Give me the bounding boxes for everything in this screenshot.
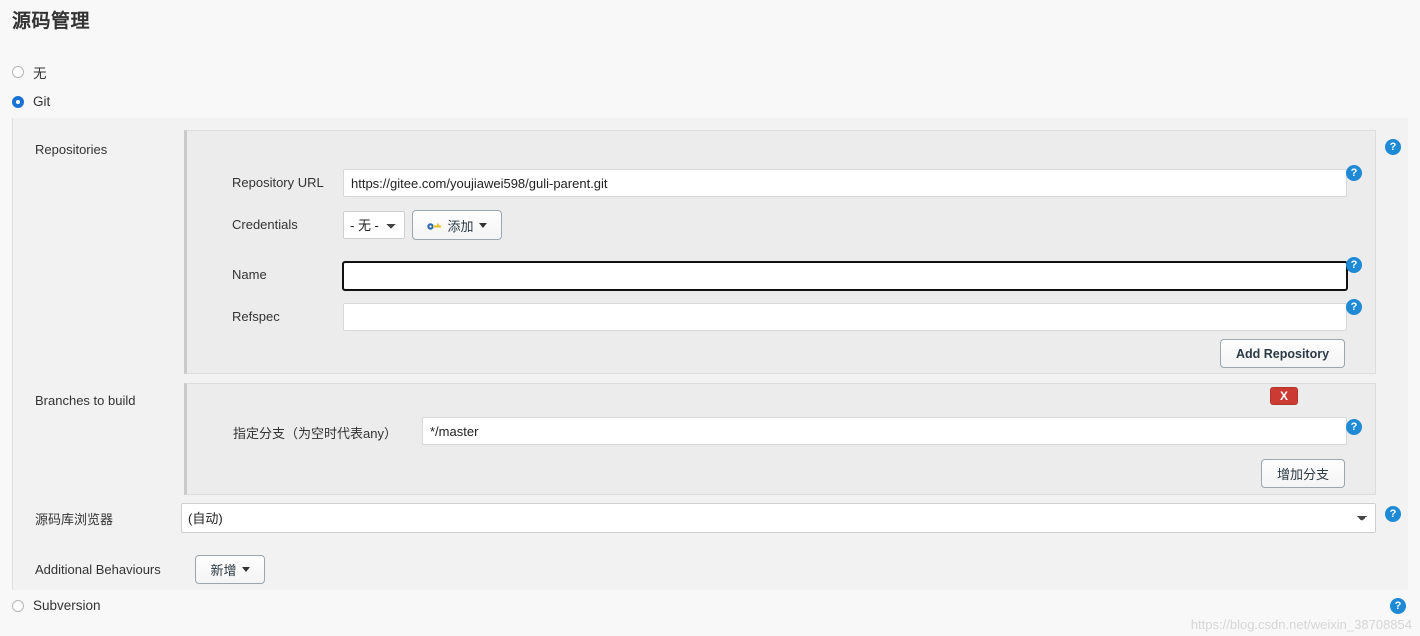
help-icon-subversion[interactable]: ?	[1390, 598, 1406, 614]
scm-option-git-label: Git	[33, 94, 51, 109]
chevron-down-icon-behaviour	[241, 567, 250, 572]
add-branch-label: 增加分支	[1276, 467, 1329, 482]
credentials-select[interactable]: - 无 -	[343, 211, 405, 239]
help-icon-repository-browser[interactable]: ?	[1385, 506, 1401, 522]
scm-option-subversion-label: Subversion	[33, 598, 101, 613]
radio-git[interactable]	[12, 95, 24, 108]
radio-none[interactable]	[12, 66, 24, 78]
repository-url-input[interactable]	[343, 169, 1347, 197]
scm-option-none-label: 无	[33, 66, 47, 81]
help-icon-refspec[interactable]: ?	[1346, 299, 1362, 315]
refspec-label: Refspec	[232, 309, 280, 324]
radio-subversion[interactable]	[12, 599, 24, 612]
add-credentials-label: 添加	[447, 218, 474, 234]
delete-branch-button[interactable]: X	[1270, 387, 1298, 405]
scm-option-git[interactable]: Git	[12, 94, 50, 109]
help-icon-repositories[interactable]: ?	[1385, 139, 1401, 155]
add-repository-label: Add Repository	[1235, 346, 1330, 361]
repository-browser-label: 源码库浏览器	[35, 512, 114, 527]
scm-option-subversion[interactable]: Subversion	[12, 598, 101, 613]
branches-section-label: Branches to build	[35, 393, 136, 408]
name-input[interactable]	[342, 261, 1348, 291]
repositories-panel: Repository URL Credentials - 无 - 添加	[184, 130, 1376, 374]
refspec-input[interactable]	[343, 303, 1347, 331]
help-icon-name[interactable]: ?	[1346, 257, 1362, 273]
add-behaviour-button[interactable]: 新增	[195, 555, 265, 584]
help-icon-repository-url[interactable]: ?	[1346, 165, 1362, 181]
watermark: https://blog.csdn.net/weixin_38708854	[1190, 617, 1412, 632]
repositories-section-label: Repositories	[35, 142, 108, 157]
git-config-block: Repositories Repository URL Credentials …	[12, 118, 1408, 590]
page-title: 源码管理	[12, 11, 91, 32]
chevron-down-icon	[478, 222, 487, 228]
key-icon	[427, 220, 442, 231]
name-label: Name	[232, 267, 267, 282]
add-repository-button[interactable]: Add Repository	[1220, 339, 1345, 368]
delete-branch-label: X	[1279, 389, 1288, 403]
add-behaviour-label: 新增	[210, 563, 237, 578]
branch-spec-input[interactable]	[422, 417, 1347, 445]
additional-behaviours-label: Additional Behaviours	[35, 562, 161, 577]
branches-panel: X 指定分支（为空时代表any） 增加分支	[184, 383, 1376, 495]
add-credentials-button[interactable]: 添加	[412, 210, 502, 240]
source-code-management-page: 源码管理 无 Git Repositories Repository URL C…	[0, 0, 1420, 636]
help-icon-branches[interactable]: ?	[1346, 419, 1362, 435]
scm-option-none[interactable]: 无	[12, 62, 47, 82]
add-branch-button[interactable]: 增加分支	[1261, 459, 1345, 488]
credentials-label: Credentials	[232, 217, 298, 232]
branch-spec-label: 指定分支（为空时代表any）	[233, 426, 397, 441]
repository-url-label: Repository URL	[232, 175, 324, 190]
repository-browser-select[interactable]: (自动)	[181, 503, 1376, 533]
